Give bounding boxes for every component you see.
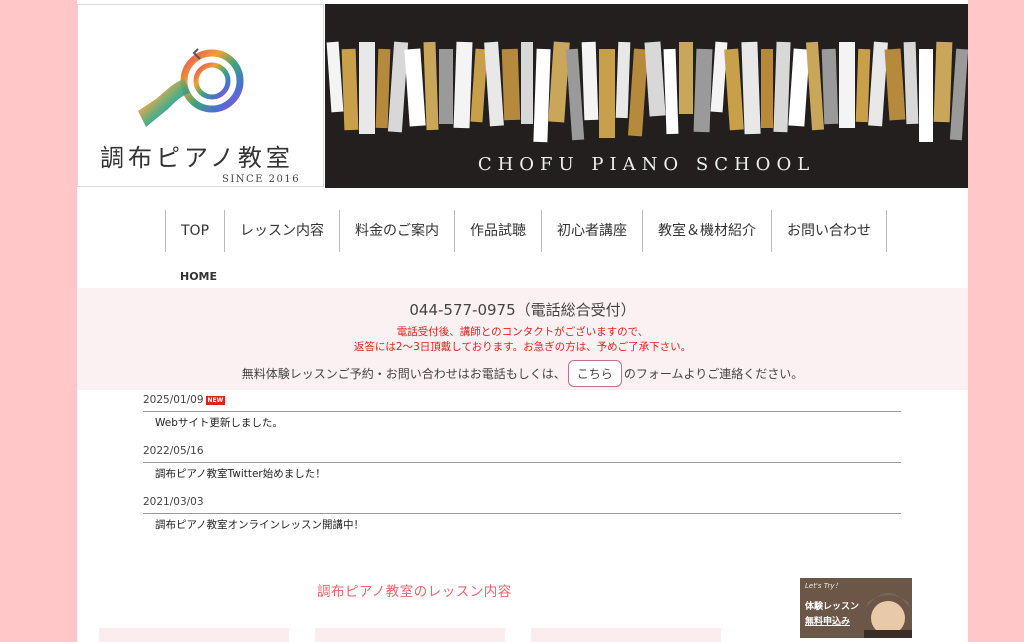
divider	[143, 462, 901, 463]
news-item: 2025/01/09 NEW Webサイト更新しました。	[143, 394, 901, 445]
piano-key	[741, 41, 761, 135]
piano-key	[724, 48, 744, 131]
news-title-link[interactable]: Webサイト更新しました。	[155, 415, 283, 430]
banner-title: CHOFU PIANO SCHOOL	[477, 154, 816, 175]
divider	[143, 513, 901, 514]
news-title-link[interactable]: 調布ピアノ教室オンラインレッスン開講中！	[155, 517, 364, 532]
piano-key	[453, 41, 473, 129]
nav-item-top[interactable]: TOP	[165, 210, 224, 252]
header-banner: CHOFU PIANO SCHOOL	[325, 4, 968, 188]
page: 調布ピアノ教室 SINCE 2016 CHOFU PIANO SCHOOL TO…	[77, 0, 968, 642]
phone-number: 044-577-0975（電話総合受付）	[409, 301, 636, 319]
main-nav: TOP レッスン内容 料金のご案内 作品試聴 初心者講座 教室＆機材紹介 お問い…	[165, 210, 888, 252]
nav-item-pricing[interactable]: 料金のご案内	[339, 210, 454, 252]
piano-key	[615, 41, 631, 119]
piano-key	[581, 41, 599, 121]
nav-item-contact[interactable]: お問い合わせ	[771, 210, 888, 252]
notice-line-2: 返答には2〜3日頂戴しております。お急ぎの方は、予めご了承下さい。	[353, 341, 692, 353]
contact-line: 無料体験レッスンご予約・お問い合わせはお電話もしくは、 こちら のフォームよりご連絡…	[77, 360, 968, 387]
logo-since-text: SINCE 2016	[222, 174, 301, 185]
nav-item-lessons[interactable]: レッスン内容	[224, 210, 339, 252]
trial-line-2: 無料申込み	[805, 617, 851, 627]
nav-item-facility[interactable]: 教室＆機材紹介	[642, 210, 771, 252]
piano-key	[644, 41, 666, 117]
piano-key	[773, 41, 791, 133]
header: 調布ピアノ教室 SINCE 2016 CHOFU PIANO SCHOOL	[77, 4, 968, 188]
contact-prefix: 無料体験レッスンご予約・お問い合わせはお電話もしくは、	[241, 367, 566, 381]
french-horn-icon	[138, 48, 244, 127]
contact-info: 044-577-0975（電話総合受付） 電話受付後、講師とのコンタクトがござい…	[77, 288, 968, 390]
piano-key	[805, 41, 825, 131]
new-badge: NEW	[205, 395, 226, 405]
nav-item-works[interactable]: 作品試聴	[454, 210, 541, 252]
news-list: 2025/01/09 NEW Webサイト更新しました。 2022/05/16 調…	[143, 394, 901, 547]
piano-key	[565, 48, 585, 141]
contact-suffix: のフォームよりご連絡ください。	[623, 367, 804, 381]
contact-form-link[interactable]: こちら	[567, 360, 622, 387]
logo-title: 調布ピアノ教室	[100, 144, 294, 172]
piano-key	[919, 49, 933, 142]
piano-key	[341, 48, 359, 131]
news-date: 2025/01/09	[143, 394, 204, 406]
piano-key	[501, 48, 521, 121]
news-item: 2022/05/16 調布ピアノ教室Twitter始めました！	[143, 445, 901, 496]
piano-key	[693, 48, 713, 133]
piano-key	[663, 48, 679, 135]
piano-key	[933, 41, 953, 123]
notice-line-1: 電話受付後、講師とのコンタクトがございますので、	[396, 326, 649, 338]
news-date: 2022/05/16	[143, 445, 204, 457]
nav-item-beginner[interactable]: 初心者講座	[541, 210, 642, 252]
news-date: 2021/03/03	[143, 496, 204, 508]
piano-key	[404, 48, 426, 127]
piano-key	[375, 48, 391, 129]
news-title-link[interactable]: 調布ピアノ教室Twitter始めました！	[155, 466, 326, 481]
piano-key	[761, 49, 773, 128]
news-item: 2021/03/03 調布ピアノ教室オンラインレッスン開講中！	[143, 496, 901, 547]
breadcrumb[interactable]: HOME	[180, 270, 217, 283]
piano-key	[884, 48, 906, 121]
piano-key	[359, 42, 375, 134]
piano-key	[855, 48, 871, 123]
logo[interactable]: 調布ピアノ教室 SINCE 2016	[77, 4, 324, 187]
piano-key	[326, 41, 344, 113]
piano-key	[484, 41, 504, 127]
trial-tagline: Let's Try！	[805, 582, 842, 590]
piano-key	[839, 42, 855, 128]
free-trial-banner[interactable]: Let's Try！ 体験レッスン 無料申込み	[800, 578, 912, 638]
piano-key	[788, 48, 810, 127]
piano-key	[821, 48, 839, 125]
lesson-section-heading: 調布ピアノ教室のレッスン内容	[317, 584, 512, 600]
lesson-card[interactable]	[531, 628, 721, 642]
piano-key	[903, 41, 919, 125]
piano-key	[679, 42, 693, 114]
piano-keys-image	[326, 41, 968, 143]
lesson-card[interactable]	[315, 628, 505, 642]
piano-key	[533, 48, 551, 143]
piano-key	[521, 42, 533, 124]
piano-key	[439, 49, 453, 124]
piano-key	[599, 49, 615, 138]
trial-line-1: 体験レッスン	[805, 602, 860, 612]
piano-key	[470, 48, 488, 123]
piano-key	[423, 41, 439, 131]
lesson-card[interactable]	[99, 628, 289, 642]
piano-key	[949, 48, 968, 141]
divider	[143, 411, 901, 412]
piano-key	[627, 48, 649, 137]
